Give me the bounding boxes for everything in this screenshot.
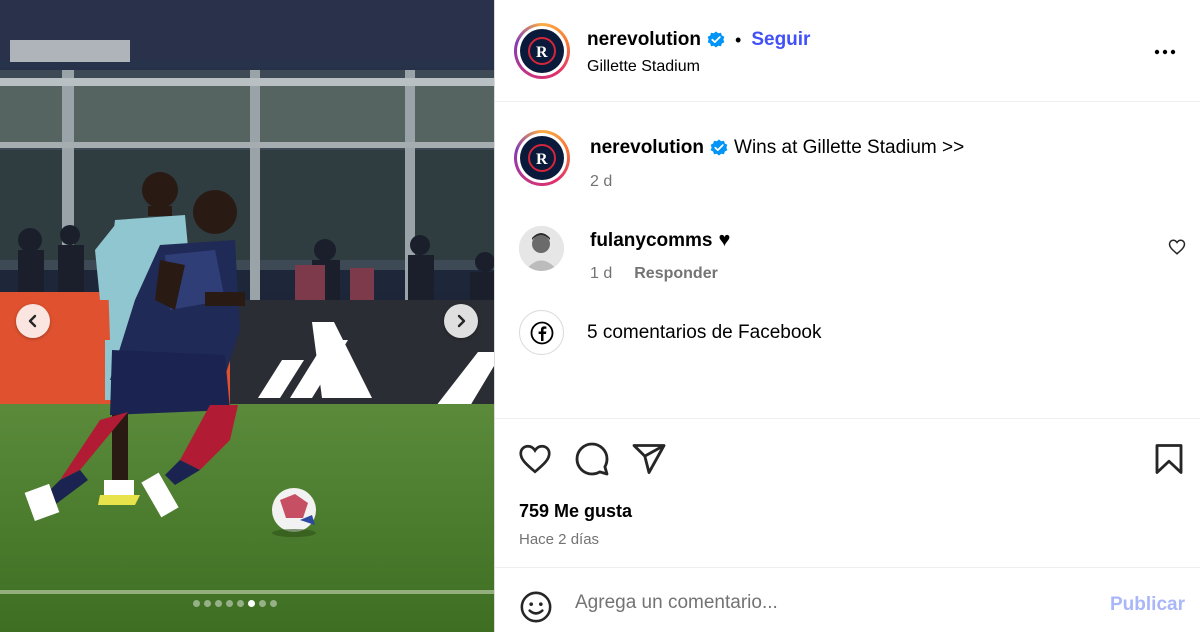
more-icon xyxy=(1154,49,1176,55)
header-user-line: nerevolution • Seguir xyxy=(587,29,810,51)
carousel-next-button[interactable] xyxy=(444,304,478,338)
caption-time[interactable]: 2 d xyxy=(590,173,612,191)
action-bar: 759 Me gusta Hace 2 días xyxy=(495,418,1200,568)
caption-text: Wins at Gillette Stadium >> xyxy=(734,137,965,158)
carousel-dot xyxy=(237,600,244,607)
post-timestamp[interactable]: Hace 2 días xyxy=(519,531,599,548)
share-button[interactable] xyxy=(631,441,667,482)
comment-like-button[interactable] xyxy=(1168,238,1186,261)
carousel-prev-button[interactable] xyxy=(16,304,50,338)
caption-line: nerevolution Wins at Gillette Stadium >> xyxy=(590,137,964,159)
header-separator: • xyxy=(735,29,742,50)
facebook-comments-link[interactable]: 5 comentarios de Facebook xyxy=(587,322,821,344)
post-media[interactable] xyxy=(0,0,494,632)
carousel-dot xyxy=(270,600,277,607)
emoji-icon xyxy=(520,591,552,623)
post-location[interactable]: Gillette Stadium xyxy=(587,58,700,76)
post-details-panel: R nerevolution • Seguir Gillette Stadium xyxy=(494,0,1200,632)
carousel-dot xyxy=(248,600,255,607)
commenter-avatar[interactable] xyxy=(519,226,564,271)
caption-username[interactable]: nerevolution xyxy=(590,137,704,159)
carousel-dot xyxy=(215,600,222,607)
revolution-logo-icon: R xyxy=(528,37,556,65)
carousel-dot xyxy=(259,600,266,607)
chevron-left-icon xyxy=(28,314,37,328)
share-icon xyxy=(632,444,666,474)
caption-avatar[interactable]: R xyxy=(514,130,570,186)
more-options-button[interactable] xyxy=(1153,40,1177,69)
carousel-dot xyxy=(204,600,211,607)
facebook-icon-wrap[interactable] xyxy=(519,310,564,355)
likes-count[interactable]: 759 Me gusta xyxy=(519,501,632,522)
comment-text: ♥ xyxy=(718,229,731,251)
instagram-post-modal: R nerevolution • Seguir Gillette Stadium xyxy=(0,0,1200,632)
facebook-icon xyxy=(530,321,553,344)
revolution-logo-icon: R xyxy=(528,144,556,172)
post-header: R nerevolution • Seguir Gillette Stadium xyxy=(495,0,1200,102)
comment-meta: 1 d Responder xyxy=(590,265,718,283)
person-photo xyxy=(519,226,564,271)
chevron-right-icon xyxy=(457,314,466,328)
heart-outline-icon xyxy=(1168,239,1186,255)
like-icon xyxy=(519,444,551,474)
soccer-photo xyxy=(0,0,494,632)
comment-input[interactable] xyxy=(575,588,1075,618)
comment-line: fulanycomms ♥ xyxy=(590,229,730,252)
svg-text:R: R xyxy=(536,151,548,168)
header-username[interactable]: nerevolution xyxy=(587,29,701,51)
save-icon xyxy=(1155,444,1183,474)
publish-button[interactable]: Publicar xyxy=(1110,594,1185,616)
verified-icon xyxy=(707,31,725,48)
reply-button[interactable]: Responder xyxy=(634,265,718,283)
author-avatar[interactable]: R xyxy=(514,23,570,79)
follow-button[interactable]: Seguir xyxy=(751,29,810,51)
carousel-dot xyxy=(193,600,200,607)
comment-button[interactable] xyxy=(574,441,610,482)
svg-text:R: R xyxy=(536,44,548,61)
comment-icon xyxy=(575,442,609,476)
comment-composer: Publicar xyxy=(495,567,1200,632)
verified-icon xyxy=(710,139,728,156)
emoji-button[interactable] xyxy=(519,590,553,629)
comment-time[interactable]: 1 d xyxy=(590,265,612,283)
carousel-dot xyxy=(226,600,233,607)
save-button[interactable] xyxy=(1151,441,1187,482)
like-button[interactable] xyxy=(517,441,553,482)
carousel-indicator xyxy=(193,600,277,607)
comment-username[interactable]: fulanycomms xyxy=(590,230,712,252)
